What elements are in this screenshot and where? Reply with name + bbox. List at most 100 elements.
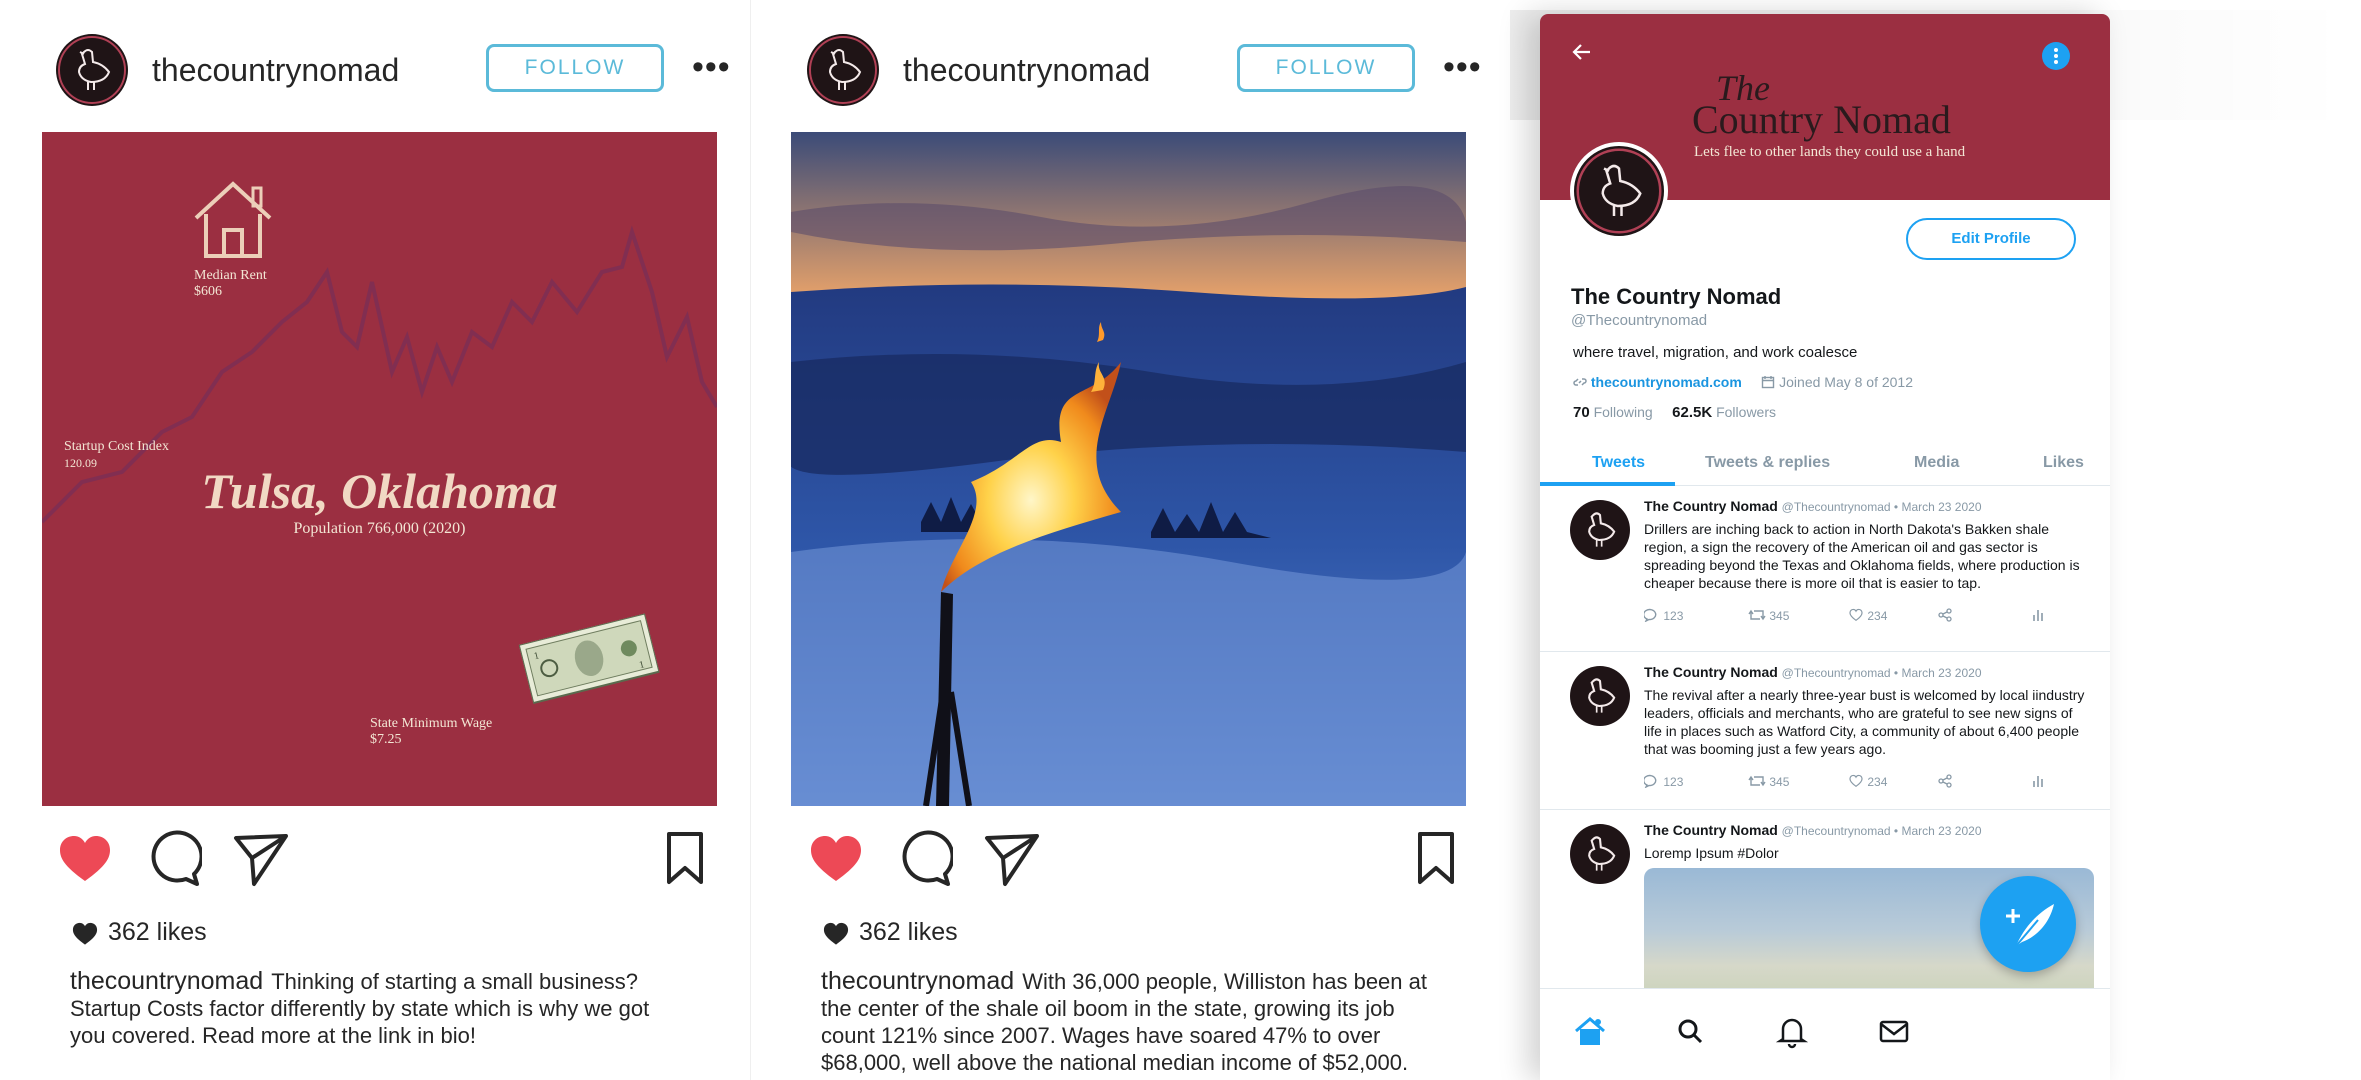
analytics-icon[interactable] bbox=[2032, 774, 2044, 791]
follow-button[interactable]: FOLLOW bbox=[486, 44, 664, 92]
tweet-author[interactable]: The Country Nomad bbox=[1644, 822, 1778, 838]
tab-tweets-replies[interactable]: Tweets & replies bbox=[1705, 454, 1830, 472]
goose-logo-icon bbox=[1576, 148, 1662, 234]
profile-tabs: Tweets Tweets & replies Media Likes bbox=[1540, 438, 2110, 486]
like-action[interactable]: 234 bbox=[1848, 608, 1887, 623]
home-icon[interactable] bbox=[1572, 1013, 1612, 1053]
like-outline-icon bbox=[1849, 608, 1863, 622]
avatar[interactable] bbox=[807, 34, 879, 106]
heart-small-icon bbox=[823, 922, 849, 945]
instagram-post-tulsa: thecountrynomad FOLLOW ••• Median Rent $… bbox=[0, 0, 750, 1080]
bottom-navigation bbox=[1540, 988, 2110, 1080]
likes-count[interactable]: 362 likes bbox=[859, 918, 958, 947]
goose-logo-icon bbox=[809, 36, 877, 104]
like-action[interactable]: 234 bbox=[1848, 774, 1887, 789]
startup-index-label: Startup Cost Index bbox=[64, 439, 169, 454]
profile-meta: thecountrynomad.com Joined May 8 of 2012 bbox=[1573, 374, 1913, 390]
followers-stat[interactable]: 62.5K Followers bbox=[1672, 404, 1776, 421]
profile-handle: @Thecountrynomad bbox=[1571, 312, 1708, 329]
more-options-icon[interactable]: ••• bbox=[1443, 48, 1482, 87]
back-arrow-icon[interactable] bbox=[1570, 40, 1594, 71]
post-image-gas-flare[interactable] bbox=[791, 132, 1466, 806]
overflow-menu-icon[interactable] bbox=[2042, 42, 2070, 70]
tweet-item[interactable]: The Country Nomad @Thecountrynomad • Mar… bbox=[1540, 486, 2110, 652]
like-heart-icon[interactable] bbox=[56, 830, 114, 888]
banner-tagline: Lets flee to other lands they could use … bbox=[1694, 144, 1966, 160]
tweet-actions: 123 345 234 bbox=[1643, 608, 2094, 628]
tab-tweets[interactable]: Tweets bbox=[1592, 454, 1645, 472]
tweet-item[interactable]: The Country Nomad @Thecountrynomad • Mar… bbox=[1540, 652, 2110, 810]
post-actions bbox=[807, 830, 1467, 890]
tweet-author[interactable]: The Country Nomad bbox=[1644, 498, 1778, 514]
reply-action[interactable]: 123 bbox=[1643, 774, 1683, 789]
like-outline-icon bbox=[1849, 774, 1863, 788]
population-text: Population 766,000 (2020) bbox=[293, 520, 466, 537]
profile-stats: 70 Following 62.5K Followers bbox=[1573, 404, 1776, 421]
goose-logo-icon bbox=[58, 36, 126, 104]
screenshot-stage: thecountrynomad FOLLOW ••• Median Rent $… bbox=[0, 0, 2361, 1080]
share-send-icon[interactable] bbox=[232, 830, 290, 888]
median-rent-value: $606 bbox=[194, 284, 222, 299]
retweet-icon bbox=[1748, 609, 1766, 621]
minimum-wage-label: State Minimum Wage bbox=[370, 716, 493, 731]
post-caption: thecountrynomad With 36,000 people, Willi… bbox=[821, 968, 1441, 1076]
tweet-text: The revival after a nearly three-year bu… bbox=[1644, 687, 2085, 757]
post-actions bbox=[56, 830, 716, 890]
caption-username[interactable]: thecountrynomad bbox=[70, 967, 263, 995]
tweet-avatar[interactable] bbox=[1570, 500, 1630, 560]
minimum-wage-value: $7.25 bbox=[370, 732, 402, 747]
city-title: Tulsa, Oklahoma bbox=[201, 463, 558, 519]
bookmark-icon[interactable] bbox=[656, 830, 714, 888]
post-caption: thecountrynomad Thinking of starting a sm… bbox=[70, 968, 690, 1049]
post-header: thecountrynomad FOLLOW ••• bbox=[807, 34, 1481, 106]
tweet-meta: @Thecountrynomad • March 23 2020 bbox=[1781, 824, 1982, 838]
compose-feather-icon bbox=[2006, 904, 2054, 947]
profile-website-link[interactable]: thecountrynomad.com bbox=[1591, 374, 1742, 390]
edit-profile-button[interactable]: Edit Profile bbox=[1906, 218, 2076, 260]
avatar[interactable] bbox=[56, 34, 128, 106]
retweet-action[interactable]: 345 bbox=[1748, 774, 1789, 789]
post-username[interactable]: thecountrynomad bbox=[903, 52, 1150, 89]
post-username[interactable]: thecountrynomad bbox=[152, 52, 399, 89]
banner-title: Country Nomad bbox=[1692, 97, 1951, 142]
retweet-action[interactable]: 345 bbox=[1748, 608, 1789, 623]
tweet-text: Loremp Ipsum #Dolor bbox=[1644, 845, 1779, 861]
comment-icon[interactable] bbox=[144, 830, 204, 888]
tab-likes[interactable]: Likes bbox=[2043, 454, 2084, 472]
likes-count[interactable]: 362 likes bbox=[108, 918, 207, 947]
notifications-bell-icon[interactable] bbox=[1774, 1013, 1814, 1053]
retweet-icon bbox=[1748, 775, 1766, 787]
more-options-icon[interactable]: ••• bbox=[692, 48, 731, 87]
profile-bio: where travel, migration, and work coales… bbox=[1573, 344, 1858, 361]
comment-icon[interactable] bbox=[895, 830, 955, 888]
house-icon bbox=[194, 181, 272, 258]
messages-envelope-icon[interactable] bbox=[1876, 1013, 1916, 1053]
reply-action[interactable]: 123 bbox=[1643, 608, 1683, 623]
tweet-text: Drillers are inching back to action in N… bbox=[1644, 521, 2080, 591]
follow-button[interactable]: FOLLOW bbox=[1237, 44, 1415, 92]
heart-small-icon bbox=[72, 922, 98, 945]
analytics-icon[interactable] bbox=[2032, 608, 2044, 625]
median-rent-label: Median Rent bbox=[194, 268, 267, 283]
calendar-icon bbox=[1762, 376, 1775, 389]
gas-flare-photo bbox=[791, 132, 1466, 806]
tab-media[interactable]: Media bbox=[1914, 454, 1959, 472]
share-icon[interactable] bbox=[1938, 774, 1952, 791]
tweet-actions: 123 345 234 bbox=[1643, 774, 2094, 794]
tweet-avatar[interactable] bbox=[1570, 824, 1630, 884]
share-icon[interactable] bbox=[1938, 608, 1952, 625]
tweet-author[interactable]: The Country Nomad bbox=[1644, 664, 1778, 680]
compose-tweet-button[interactable] bbox=[1980, 876, 2076, 972]
following-stat[interactable]: 70 Following bbox=[1573, 404, 1653, 421]
caption-username[interactable]: thecountrynomad bbox=[821, 967, 1014, 995]
tulsa-infographic: Median Rent $606 Startup Cost Index 120.… bbox=[42, 132, 717, 806]
tweet-avatar[interactable] bbox=[1570, 666, 1630, 726]
link-icon bbox=[1573, 378, 1587, 386]
profile-avatar[interactable] bbox=[1570, 142, 1668, 240]
post-image[interactable]: Median Rent $606 Startup Cost Index 120.… bbox=[42, 132, 717, 806]
search-icon[interactable] bbox=[1672, 1013, 1712, 1053]
reply-icon bbox=[1643, 608, 1657, 623]
share-send-icon[interactable] bbox=[983, 830, 1041, 888]
bookmark-icon[interactable] bbox=[1407, 830, 1465, 888]
like-heart-icon[interactable] bbox=[807, 830, 865, 888]
